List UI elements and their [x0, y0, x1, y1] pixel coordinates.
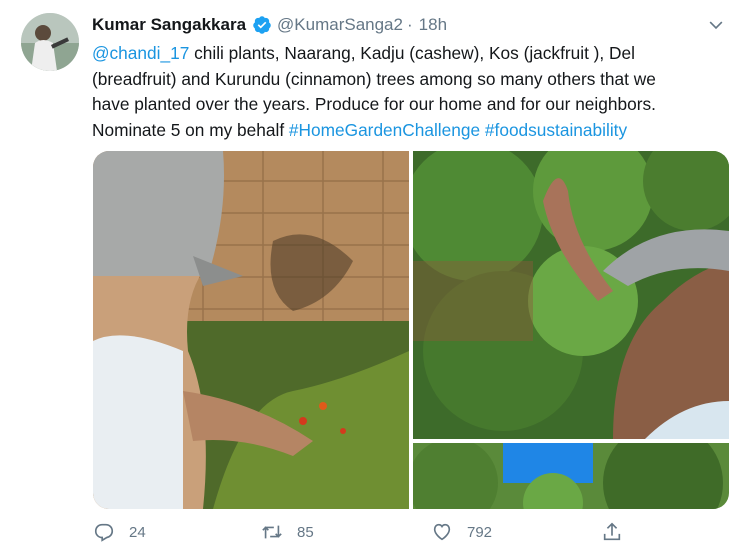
hashtag-link[interactable]: #HomeGardenChallenge — [289, 120, 480, 140]
retweet-icon — [262, 525, 282, 539]
separator-dot: · — [406, 15, 413, 34]
reply-count: 24 — [129, 523, 146, 541]
share-button[interactable] — [601, 521, 637, 543]
hashtag-link[interactable]: #foodsustainability — [485, 120, 627, 140]
tweet-timestamp[interactable]: 18h — [419, 15, 447, 35]
avatar[interactable] — [21, 13, 79, 71]
reply-button[interactable]: 24 — [93, 521, 146, 543]
retweet-button[interactable]: 85 — [261, 521, 314, 543]
reply-icon — [94, 523, 114, 542]
photo-right-bottom[interactable] — [413, 443, 729, 509]
like-button[interactable]: 792 — [431, 521, 492, 543]
heart-icon — [433, 523, 451, 541]
mention-link[interactable]: @chandi_17 — [92, 43, 189, 63]
tweet-header: Kumar Sangakkara @KumarSanga2 · 18h — [92, 13, 732, 37]
avatar-photo — [21, 13, 79, 71]
tweet-text: @chandi_17 chili plants, Naarang, Kadju … — [92, 41, 737, 143]
photo-left[interactable] — [93, 151, 409, 509]
author-handle[interactable]: @KumarSanga2 — [277, 15, 403, 35]
photo-right-top[interactable] — [413, 151, 729, 439]
retweet-count: 85 — [297, 523, 314, 541]
verified-badge-icon — [252, 15, 272, 35]
share-icon — [603, 522, 621, 541]
media-grid — [93, 151, 729, 509]
like-count: 792 — [467, 523, 493, 541]
chevron-down-icon[interactable] — [706, 15, 726, 35]
author-name[interactable]: Kumar Sangakkara — [92, 15, 246, 35]
tweet-actions: 24 85 792 — [93, 521, 653, 551]
